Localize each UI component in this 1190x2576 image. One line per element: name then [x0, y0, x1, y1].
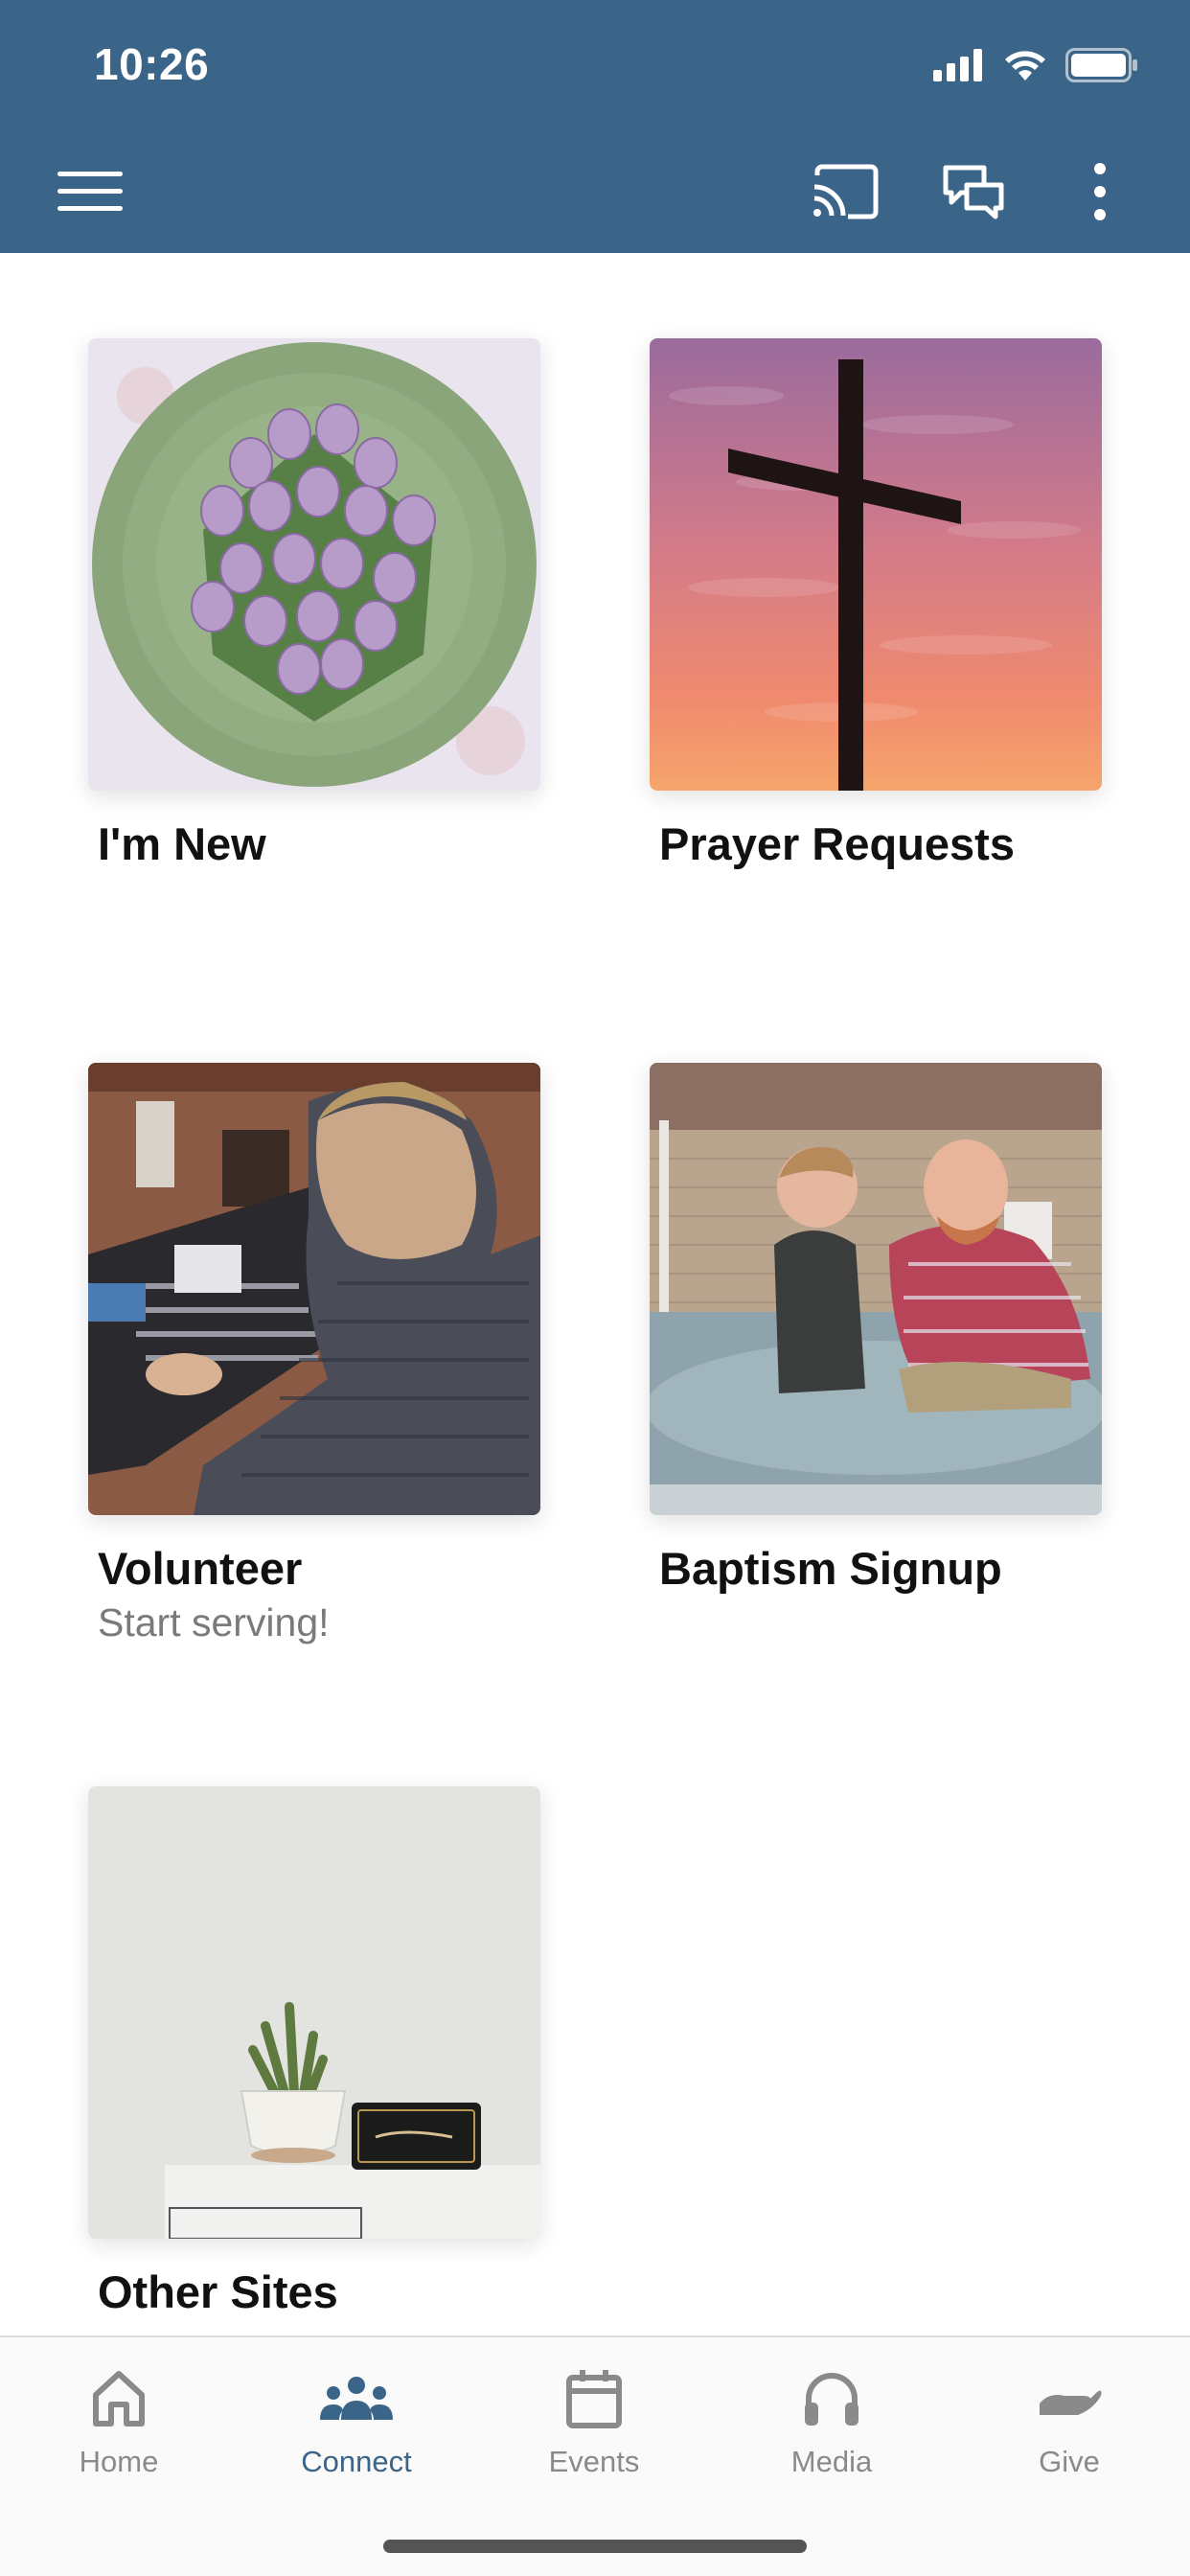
- calendar-icon: [566, 2370, 622, 2428]
- tulips-bouquet-photo: [88, 338, 540, 791]
- cellular-signal-icon: [933, 49, 982, 81]
- card-title: I'm New: [98, 818, 266, 869]
- tab-connect[interactable]: Connect: [261, 2360, 452, 2479]
- card-title: Prayer Requests: [659, 818, 1015, 869]
- tab-home[interactable]: Home: [23, 2360, 215, 2479]
- chat-icon[interactable]: [935, 153, 1012, 230]
- card-volunteer[interactable]: Volunteer Start serving!: [88, 1063, 540, 1645]
- cactus-speaker-photo: [88, 1786, 540, 2239]
- more-vertical-icon[interactable]: [1062, 153, 1138, 230]
- giving-hand-icon: [1040, 2390, 1102, 2415]
- card-other-sites[interactable]: Other Sites: [88, 1786, 540, 2318]
- card-prayer-requests[interactable]: Prayer Requests: [650, 338, 1102, 870]
- wifi-icon: [1005, 51, 1045, 80]
- sound-board-photo: [88, 1063, 540, 1515]
- home-indicator: [383, 2540, 807, 2553]
- people-group-icon: [320, 2377, 393, 2420]
- battery-icon: [1065, 48, 1137, 82]
- cast-icon[interactable]: [807, 153, 883, 230]
- headphones-icon: [805, 2373, 858, 2426]
- card-subtitle: Start serving!: [98, 1600, 330, 1644]
- card-title: Baptism Signup: [659, 1543, 1002, 1594]
- card-title: Volunteer: [98, 1543, 303, 1594]
- app-header: 10:26: [0, 0, 1190, 253]
- menu-icon[interactable]: [52, 153, 128, 230]
- card-title: Other Sites: [98, 2266, 338, 2317]
- tab-give[interactable]: Give: [973, 2360, 1165, 2479]
- tab-media[interactable]: Media: [736, 2360, 927, 2479]
- card-im-new[interactable]: I'm New: [88, 338, 540, 870]
- tab-events[interactable]: Events: [498, 2360, 690, 2479]
- status-icons: [933, 48, 1138, 82]
- home-icon: [93, 2371, 145, 2426]
- card-baptism-signup[interactable]: Baptism Signup: [650, 1063, 1102, 1595]
- status-time: 10:26: [94, 39, 210, 89]
- cross-sunset-photo: [650, 338, 1102, 791]
- baptism-pool-photo: [650, 1063, 1102, 1515]
